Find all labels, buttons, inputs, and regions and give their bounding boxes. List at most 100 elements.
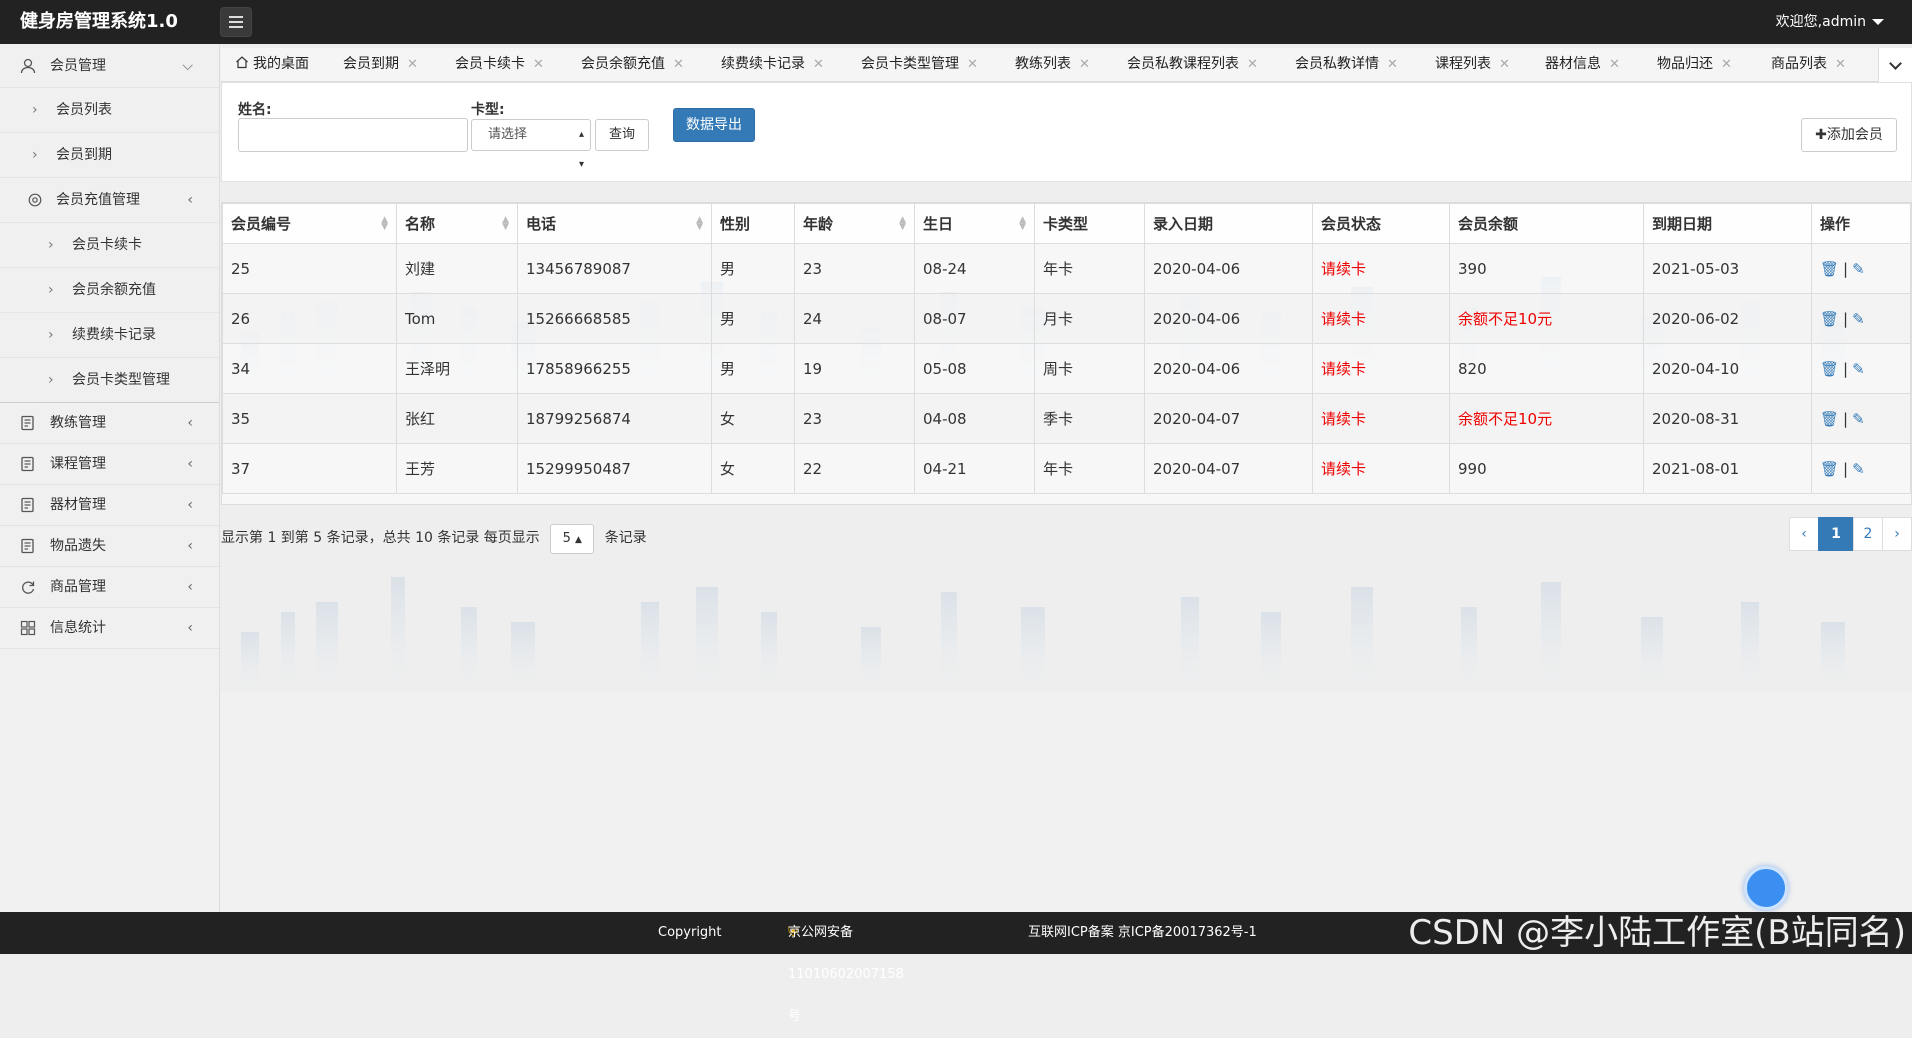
tab-card-renew[interactable]: 会员卡续卡 ✕ [455, 48, 544, 82]
cell-status: 请续卡 [1312, 243, 1450, 294]
column-header-phone[interactable]: 电话 ▲ ▼ [517, 203, 712, 244]
close-icon[interactable]: ✕ [673, 57, 684, 72]
chevron-left-icon: ‹ [187, 497, 193, 513]
tab-equipment-info[interactable]: 器材信息 ✕ [1545, 48, 1620, 82]
close-icon[interactable]: ✕ [1721, 57, 1732, 72]
column-header-birthday[interactable]: 生日 ▲ ▼ [914, 203, 1035, 244]
tab-renew-records[interactable]: 续费续卡记录 ✕ [721, 48, 824, 82]
cell-id: 26 [222, 293, 397, 344]
user-icon [20, 58, 36, 74]
close-icon[interactable]: ✕ [1247, 57, 1258, 72]
sidebar-item-label: 会员卡续卡 [72, 237, 142, 253]
tab-coach-list[interactable]: 教练列表 ✕ [1015, 48, 1090, 82]
pencil-icon[interactable]: ✎ [1852, 260, 1865, 278]
column-header-status: 会员状态 [1312, 203, 1450, 244]
page-prev[interactable]: ‹ [1789, 517, 1819, 551]
close-icon[interactable]: ✕ [533, 57, 544, 72]
pagination-info: 显示第 1 到第 5 条记录，总共 10 条记录 每页显示 5 ▲ 条记录 [221, 523, 647, 554]
cell-phone: 15266668585 [517, 293, 712, 344]
tab-private-course-list[interactable]: 会员私教课程列表 ✕ [1127, 48, 1258, 82]
pencil-icon[interactable]: ✎ [1852, 310, 1865, 328]
tab-label: 会员私教详情 [1295, 56, 1379, 72]
sidebar-item-renew-records[interactable]: › 续费续卡记录 [0, 313, 219, 358]
add-member-button[interactable]: ✚添加会员 [1801, 118, 1897, 152]
close-icon[interactable]: ✕ [1499, 57, 1510, 72]
sort-icon: ▲ ▼ [899, 215, 906, 232]
sidebar-item-statistics[interactable]: 信息统计 ‹ [0, 608, 219, 649]
cell-card-type: 季卡 [1034, 393, 1145, 444]
sidebar-item-balance-recharge[interactable]: › 会员余额充值 [0, 268, 219, 313]
tab-item-return[interactable]: 物品归还 ✕ [1657, 48, 1732, 82]
cell-birthday: 05-08 [914, 343, 1035, 394]
floating-action-button[interactable] [1744, 866, 1788, 910]
tab-desktop[interactable]: 我的桌面 [235, 48, 309, 82]
close-icon[interactable]: ✕ [813, 57, 824, 72]
cell-expire: 2021-08-01 [1643, 443, 1812, 494]
cell-status: 请续卡 [1312, 293, 1450, 344]
tab-goods-list[interactable]: 商品列表 ✕ [1771, 48, 1846, 82]
close-icon[interactable]: ✕ [1079, 57, 1090, 72]
cell-phone: 13456789087 [517, 243, 712, 294]
close-icon[interactable]: ✕ [1835, 57, 1846, 72]
page-1[interactable]: 1 [1818, 517, 1854, 551]
sidebar-item-card-renew[interactable]: › 会员卡续卡 [0, 223, 219, 268]
close-icon[interactable]: ✕ [407, 57, 418, 72]
chevron-left-icon: ‹ [187, 538, 193, 554]
tab-balance-recharge[interactable]: 会员余额充值 ✕ [581, 48, 684, 82]
column-header-name[interactable]: 名称 ▲ ▼ [396, 203, 518, 244]
user-menu[interactable]: 欢迎您,admin [1776, 0, 1884, 44]
name-input[interactable] [238, 118, 468, 152]
page-next[interactable]: › [1882, 517, 1912, 551]
pencil-icon[interactable]: ✎ [1852, 360, 1865, 378]
sort-icon: ▲ ▼ [1019, 215, 1026, 232]
chevron-left-icon: ‹ [187, 579, 193, 595]
close-icon[interactable]: ✕ [1609, 57, 1620, 72]
export-button[interactable]: 数据导出 [673, 108, 755, 142]
menu-toggle-button[interactable] [220, 7, 252, 37]
tab-label: 会员私教课程列表 [1127, 56, 1239, 72]
page-2[interactable]: 2 [1853, 517, 1883, 551]
trash-icon[interactable]: 🗑 [1820, 460, 1839, 478]
sidebar-item-course-mgmt[interactable]: 课程管理 ‹ [0, 444, 219, 485]
trash-icon[interactable]: 🗑 [1820, 410, 1839, 428]
cell-id: 25 [222, 243, 397, 294]
table-header-row: 会员编号 ▲ ▼ 名称 ▲ ▼ 电话 ▲ ▼ 性别 年龄 ▲ ▼ 生日 ▲ ▼ 卡类型 录入日期 会… [222, 203, 1911, 244]
sidebar-item-recharge-mgmt[interactable]: 会员充值管理 ‹ [0, 178, 219, 223]
page-size-select[interactable]: 5 ▲ [550, 524, 595, 554]
pencil-icon[interactable]: ✎ [1852, 410, 1865, 428]
sidebar-item-goods-mgmt[interactable]: 商品管理 ‹ [0, 567, 219, 608]
pencil-icon[interactable]: ✎ [1852, 460, 1865, 478]
tab-card-type-mgmt[interactable]: 会员卡类型管理 ✕ [861, 48, 978, 82]
tab-dropdown-button[interactable] [1878, 48, 1912, 82]
cell-status: 请续卡 [1312, 343, 1450, 394]
trash-icon[interactable]: 🗑 [1820, 360, 1839, 378]
sidebar-item-label: 课程管理 [50, 456, 106, 472]
sidebar-item-coach-mgmt[interactable]: 教练管理 ‹ [0, 403, 219, 444]
tab-private-detail[interactable]: 会员私教详情 ✕ [1295, 48, 1398, 82]
close-icon[interactable]: ✕ [1387, 57, 1398, 72]
cell-join-date: 2020-04-06 [1144, 293, 1313, 344]
tab-bar: 我的桌面 会员到期 ✕ 会员卡续卡 ✕ 会员余额充值 ✕ 续费续卡记录 ✕ 会员卡类型管… [221, 48, 1912, 82]
query-button[interactable]: 查询 [595, 119, 649, 151]
sidebar-item-label: 信息统计 [50, 620, 106, 636]
sidebar-item-lost-items[interactable]: 物品遗失 ‹ [0, 526, 219, 567]
top-navbar: 健身房管理系统1.0 欢迎您,admin [0, 0, 1912, 44]
trash-icon[interactable]: 🗑 [1820, 310, 1839, 328]
column-header-id[interactable]: 会员编号 ▲ ▼ [222, 203, 397, 244]
sidebar-item-card-type-mgmt[interactable]: › 会员卡类型管理 [0, 358, 219, 403]
sidebar-item-member-expire[interactable]: › 会员到期 [0, 133, 219, 178]
sidebar-item-member-mgmt[interactable]: 会员管理 ⌵ [0, 44, 219, 88]
sidebar-item-label: 会员到期 [56, 147, 112, 163]
sidebar-item-equipment-mgmt[interactable]: 器材管理 ‹ [0, 485, 219, 526]
sidebar-item-member-list[interactable]: › 会员列表 [0, 88, 219, 133]
card-type-select[interactable]: 请选择 ▴ ▾ [471, 119, 591, 170]
tab-course-list[interactable]: 课程列表 ✕ [1435, 48, 1510, 82]
cell-balance: 余额不足10元 [1449, 393, 1644, 444]
tab-member-expire[interactable]: 会员到期 ✕ [343, 48, 418, 82]
cell-gender: 女 [711, 393, 795, 444]
column-header-age[interactable]: 年龄 ▲ ▼ [794, 203, 915, 244]
close-icon[interactable]: ✕ [967, 57, 978, 72]
cell-age: 22 [794, 443, 915, 494]
cell-card-type: 周卡 [1034, 343, 1145, 394]
trash-icon[interactable]: 🗑 [1820, 260, 1839, 278]
